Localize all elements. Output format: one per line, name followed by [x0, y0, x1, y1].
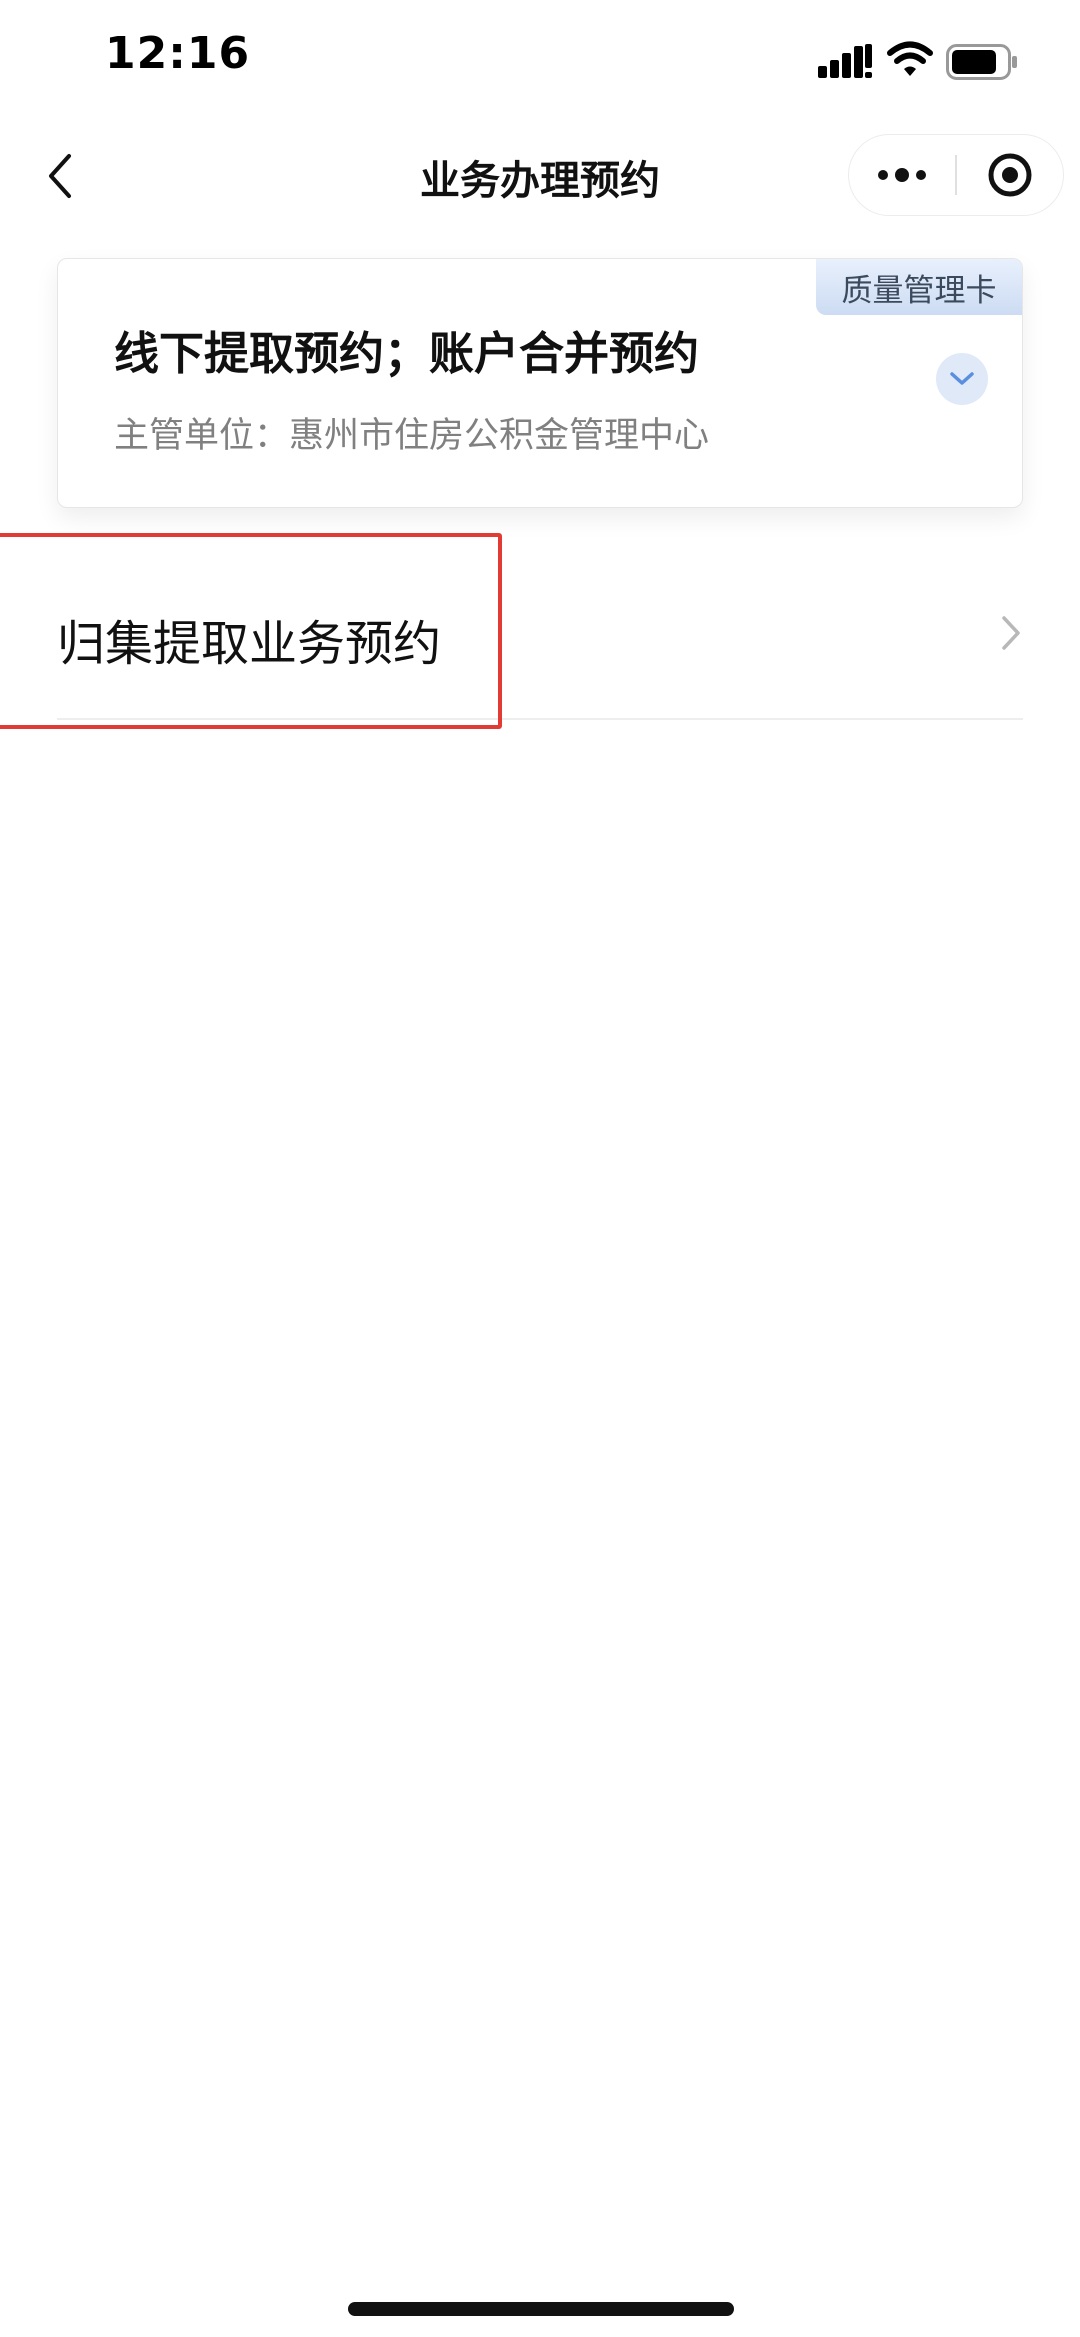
status-time: 12:16 — [105, 28, 251, 79]
expand-button[interactable] — [936, 353, 988, 405]
signal-icon — [818, 44, 872, 82]
chevron-right-icon — [1000, 614, 1022, 656]
service-info-card: 质量管理卡 线下提取预约；账户合并预约 主管单位：惠州市住房公积金管理中心 — [57, 258, 1023, 508]
home-indicator — [348, 2302, 734, 2316]
quality-management-tag[interactable]: 质量管理卡 — [816, 259, 1022, 315]
app-screen: 12:16 业务办理预约 质量管理卡 线下提取预约；账户合并预约 主管单位：惠州… — [0, 0, 1080, 2337]
battery-icon — [946, 44, 1018, 84]
mini-program-capsule — [848, 134, 1064, 216]
status-bar: 12:16 — [0, 0, 1080, 126]
chevron-down-icon — [950, 372, 974, 385]
list-item-label: 归集提取业务预约 — [57, 616, 442, 672]
target-circle-icon — [988, 153, 1032, 197]
card-subtitle: 主管单位：惠州市住房公积金管理中心 — [114, 416, 710, 456]
list-divider — [57, 718, 1023, 720]
more-button[interactable] — [849, 135, 955, 215]
more-dots-icon — [878, 168, 926, 182]
nav-bar: 业务办理预约 — [0, 126, 1080, 226]
wifi-icon — [886, 40, 934, 82]
card-title: 线下提取预约；账户合并预约 — [114, 327, 700, 380]
close-button[interactable] — [957, 135, 1063, 215]
list-item-collection-withdrawal-booking[interactable]: 归集提取业务预约 — [0, 540, 1080, 720]
